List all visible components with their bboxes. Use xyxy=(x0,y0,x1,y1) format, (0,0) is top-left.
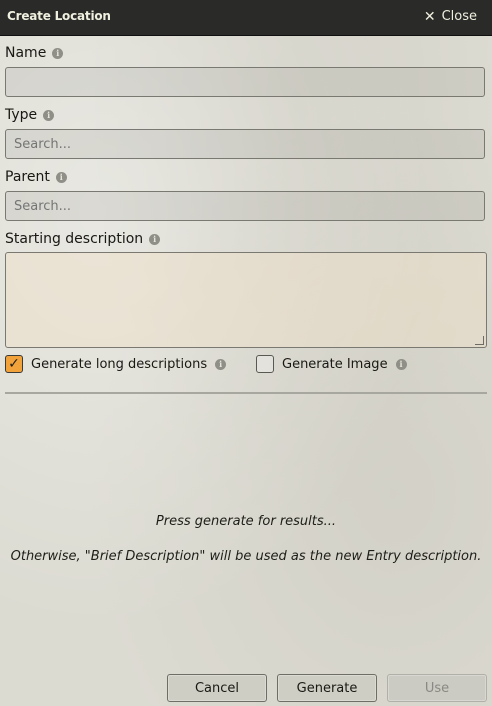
close-label: Close xyxy=(441,9,477,24)
info-icon[interactable]: i xyxy=(395,358,407,370)
info-icon[interactable]: i xyxy=(215,358,227,370)
starting-description-textarea[interactable] xyxy=(5,252,487,348)
starting-description-label-row: Starting description i xyxy=(5,231,161,247)
close-button[interactable]: ✕ Close xyxy=(424,9,477,24)
results-note: Otherwise, "Brief Description" will be u… xyxy=(10,549,482,564)
name-label: Name xyxy=(5,45,47,61)
parent-label: Parent xyxy=(5,169,50,185)
cancel-button[interactable]: Cancel xyxy=(167,674,267,702)
parent-search-input[interactable] xyxy=(5,191,485,221)
type-label: Type xyxy=(5,107,38,123)
name-input[interactable] xyxy=(5,67,485,97)
use-button[interactable]: Use xyxy=(387,674,487,702)
info-icon[interactable]: i xyxy=(52,47,64,59)
generate-button[interactable]: Generate xyxy=(277,674,377,702)
starting-description-label: Starting description xyxy=(5,231,144,247)
resize-handle[interactable] xyxy=(475,336,484,345)
generate-long-checkbox[interactable]: ✓ xyxy=(5,355,23,373)
name-label-row: Name i xyxy=(5,45,64,61)
window-titlebar: Create Location ✕ Close xyxy=(0,0,492,36)
generate-image-checkbox[interactable] xyxy=(256,355,274,373)
generate-long-row[interactable]: ✓ Generate long descriptions i xyxy=(5,355,227,373)
generate-image-label: Generate Image xyxy=(282,356,388,372)
info-icon[interactable]: i xyxy=(43,109,55,121)
window-title: Create Location xyxy=(7,9,111,23)
generate-long-label: Generate long descriptions xyxy=(31,356,208,372)
info-icon[interactable]: i xyxy=(55,171,67,183)
generate-image-row[interactable]: Generate Image i xyxy=(256,355,407,373)
type-search-input[interactable] xyxy=(5,129,485,159)
type-label-row: Type i xyxy=(5,107,55,123)
check-icon: ✓ xyxy=(8,356,20,372)
parent-label-row: Parent i xyxy=(5,169,67,185)
results-hint: Press generate for results... xyxy=(155,514,337,529)
info-icon[interactable]: i xyxy=(149,233,161,245)
divider xyxy=(5,392,487,394)
close-icon: ✕ xyxy=(423,8,436,25)
